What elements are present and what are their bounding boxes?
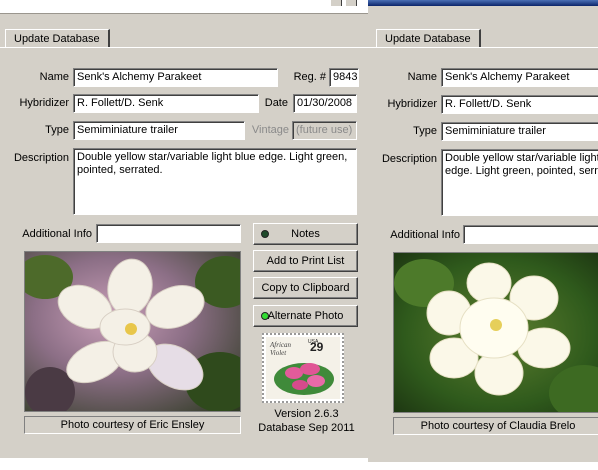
description-field[interactable]: Double yellow star/variable light blue e…	[73, 148, 357, 215]
vintage-field: (future use)	[292, 121, 357, 140]
alternate-photo-button[interactable]: Alternate Photo	[253, 305, 358, 327]
title-bar	[368, 0, 598, 6]
notes-indicator-icon	[261, 230, 269, 238]
hybridizer-field[interactable]: R. Follett/D. Senk	[441, 95, 598, 114]
notes-button[interactable]: Notes	[253, 223, 358, 245]
additional-info-label: Additional Info	[22, 228, 92, 240]
additional-info-field[interactable]	[96, 224, 241, 243]
tab-divider	[0, 47, 372, 48]
tab-update-database[interactable]: Update Database	[5, 29, 110, 48]
stamp-logo: African Violet 29 USA	[262, 333, 344, 403]
vintage-label: Vintage	[251, 124, 289, 136]
copy-to-clipboard-button[interactable]: Copy to Clipboard	[253, 277, 358, 299]
additional-info-label: Additional Info	[390, 229, 460, 241]
type-label: Type	[45, 124, 69, 136]
alternate-photo-label: Alternate Photo	[267, 310, 344, 322]
name-label: Name	[39, 71, 69, 83]
tab-divider	[368, 47, 598, 48]
maximize-icon[interactable]	[345, 0, 357, 6]
violet-photo	[24, 251, 241, 412]
additional-info-field[interactable]	[463, 225, 598, 244]
name-field[interactable]: Senk's Alchemy Parakeet	[73, 68, 278, 87]
notes-button-label: Notes	[291, 228, 320, 240]
hybridizer-field[interactable]: R. Follett/D. Senk	[73, 94, 259, 113]
hybridizer-label: Hybridizer	[19, 97, 69, 109]
date-field[interactable]: 01/30/2008	[293, 94, 357, 113]
flower-image	[394, 253, 598, 412]
svg-text:African: African	[269, 341, 291, 349]
svg-text:Violet: Violet	[270, 349, 287, 357]
database-date-text: Database Sep 2011	[258, 422, 355, 434]
description-label: Description	[381, 153, 437, 165]
reg-label: Reg. #	[293, 71, 326, 83]
reg-field[interactable]: 9843	[329, 68, 359, 87]
add-to-print-list-button[interactable]: Add to Print List	[253, 250, 358, 272]
photo-caption: Photo courtesy of Claudia Brelo	[393, 417, 598, 435]
type-label: Type	[413, 125, 437, 137]
description-label: Description	[13, 152, 69, 164]
type-field[interactable]: Semiminiature trailer	[441, 122, 598, 141]
alternate-photo-indicator-icon	[261, 312, 269, 320]
svg-text:USA: USA	[308, 339, 319, 345]
tab-update-database[interactable]: Update Database	[376, 29, 481, 48]
minimize-icon[interactable]	[330, 0, 342, 6]
right-window: Update Database Name Senk's Alchemy Para…	[368, 0, 598, 462]
hybridizer-label: Hybridizer	[387, 98, 437, 110]
name-label: Name	[407, 71, 437, 83]
stamp-graphic: African Violet 29 USA	[266, 337, 340, 399]
title-bar	[0, 0, 372, 14]
left-window: Update Database Name Senk's Alchemy Para…	[0, 0, 372, 458]
flower-image	[25, 252, 240, 411]
violet-photo	[393, 252, 598, 413]
date-label: Date	[264, 97, 288, 109]
version-text: Version 2.6.3	[274, 408, 339, 420]
name-field[interactable]: Senk's Alchemy Parakeet	[441, 68, 598, 87]
type-field[interactable]: Semiminiature trailer	[73, 121, 245, 140]
description-field[interactable]: Double yellow star/variable light blue e…	[441, 149, 598, 216]
photo-caption: Photo courtesy of Eric Ensley	[24, 416, 241, 434]
